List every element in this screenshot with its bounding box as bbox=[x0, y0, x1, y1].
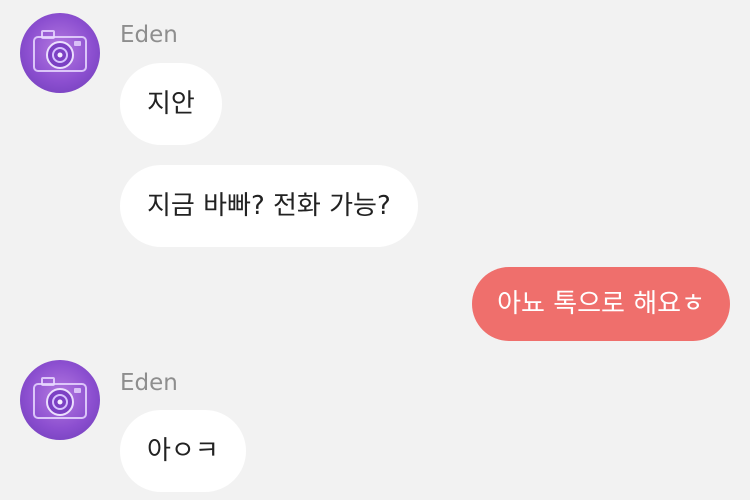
sender-name: Eden bbox=[120, 22, 178, 48]
camera-icon bbox=[33, 30, 87, 72]
outgoing-message-bubble[interactable]: 아뇨 톡으로 해요ㅎ bbox=[472, 267, 730, 341]
sender-name: Eden bbox=[120, 370, 178, 396]
incoming-message-bubble[interactable]: 지안 bbox=[120, 63, 222, 145]
sender-avatar[interactable] bbox=[20, 360, 100, 440]
incoming-message-bubble[interactable]: 지금 바빠? 전화 가능? bbox=[120, 165, 418, 247]
incoming-message-bubble[interactable]: 아ㅇㅋ bbox=[120, 410, 246, 492]
camera-icon bbox=[33, 377, 87, 419]
sender-avatar[interactable] bbox=[20, 13, 100, 93]
